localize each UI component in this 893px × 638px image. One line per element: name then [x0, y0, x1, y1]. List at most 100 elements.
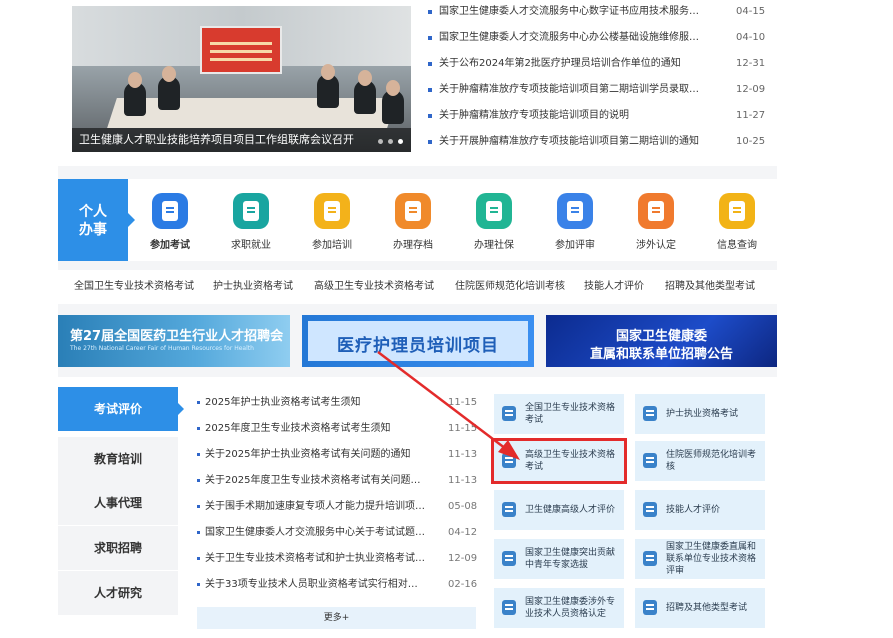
photo-person-head [128, 72, 142, 88]
news-title[interactable]: 关于肿瘤精准放疗专项技能培训项目的说明 [439, 108, 701, 124]
photo-person-head [358, 70, 372, 86]
banner-caregiver-training[interactable]: 医疗护理员培训项目 [302, 315, 534, 367]
photo-caption[interactable]: 卫生健康人才职业技能培养项目项目工作组联席会议召开 [72, 128, 411, 152]
services-title-line2: 办事 [79, 222, 107, 238]
news-title[interactable]: 关于开展肿瘤精准放疗专项技能培训项目第二期培训的通知 [439, 134, 701, 150]
banner-title: 医疗护理员培训项目 [337, 336, 499, 356]
side-nav-job-recruitment[interactable]: 求职招聘 [58, 526, 178, 570]
job-icon [233, 193, 269, 229]
service-info-query[interactable]: 信息查询 [702, 193, 772, 251]
category-link[interactable]: 护士执业资格考试 [213, 270, 293, 304]
news-item[interactable]: 关于公布2024年第2批医疗护理员培训合作单位的通知 12-31 [428, 56, 768, 72]
notice-title[interactable]: 关于33项专业技术人员职业资格考试实行相对固定... [205, 577, 427, 593]
bullet-icon [197, 583, 200, 586]
notice-item[interactable]: 关于围手术期加速康复专项人才能力提升培训项目... 05-08 [197, 499, 535, 515]
service-label: 涉外认定 [636, 240, 676, 251]
banner-career-fair[interactable]: 第27届全国医药卫生行业人才招聘会 The 27th National Care… [58, 315, 290, 367]
news-item[interactable]: 关于肿瘤精准放疗专项技能培训项目的说明 11-27 [428, 108, 768, 124]
card-label: 国家卫生健康委涉外专业技术人员资格认定 [525, 597, 616, 619]
bullet-icon [197, 427, 200, 430]
card-skilled-talent-evaluation[interactable]: 技能人才评价 [635, 490, 765, 530]
notice-title[interactable]: 关于围手术期加速康复专项人才能力提升培训项目... [205, 499, 427, 515]
card-label: 全国卫生专业技术资格考试 [525, 403, 616, 425]
side-nav-education-training[interactable]: 教育培训 [58, 437, 178, 481]
featured-photo-carousel[interactable]: 卫生健康人才职业技能培养项目项目工作组联席会议召开 [72, 6, 411, 152]
bullet-icon [428, 114, 432, 118]
news-title[interactable]: 关于肿瘤精准放疗专项技能培训项目第二期培训学员录取情... [439, 82, 701, 98]
photo-person-head [321, 64, 335, 80]
category-link[interactable]: 高级卫生专业技术资格考试 [314, 270, 434, 304]
banner-title: 国家卫生健康委 [615, 329, 707, 344]
notice-item[interactable]: 关于2025年护士执业资格考试有关问题的通知 11-13 [197, 447, 535, 463]
notice-date: 04-12 [448, 527, 478, 538]
service-label: 参加评审 [555, 240, 595, 251]
service-training[interactable]: 参加培训 [297, 193, 367, 251]
card-nurse-license-exam[interactable]: 护士执业资格考试 [635, 394, 765, 434]
category-link[interactable]: 技能人才评价 [584, 270, 644, 304]
side-nav-exam-evaluation[interactable]: 考试评价 [58, 387, 184, 431]
notice-item[interactable]: 2025年护士执业资格考试考生须知 11-15 [197, 395, 535, 411]
card-label: 国家卫生健康突出贡献中青年专家选拔 [525, 548, 616, 570]
banner-subtitle: The 27th National Career Fair of Human R… [70, 345, 254, 352]
more-button[interactable]: 更多+ [197, 607, 476, 629]
carousel-dot-active[interactable] [398, 139, 403, 144]
notice-title[interactable]: 关于2025年护士执业资格考试有关问题的通知 [205, 447, 427, 463]
news-item[interactable]: 关于肿瘤精准放疗专项技能培训项目第二期培训学员录取情... 12-09 [428, 82, 768, 98]
news-item[interactable]: 国家卫生健康委人才交流服务中心数字证书应用技术服务采... 04-15 [428, 4, 768, 20]
service-label: 办理社保 [474, 240, 514, 251]
card-national-health-tech-exam[interactable]: 全国卫生专业技术资格考试 [494, 394, 624, 434]
card-label: 护士执业资格考试 [666, 409, 739, 419]
news-item[interactable]: 国家卫生健康委人才交流服务中心办公楼基础设施维修服务... 04-10 [428, 30, 768, 46]
banner-recruitment-notice[interactable]: 国家卫生健康委 直属和联系单位招聘公告 [546, 315, 777, 367]
notice-title[interactable]: 关于2025年度卫生专业技术资格考试有关问题的通... [205, 473, 427, 489]
right-margin [777, 0, 893, 638]
notice-title[interactable]: 2025年度卫生专业技术资格考试考生须知 [205, 421, 427, 437]
news-title[interactable]: 国家卫生健康委人才交流服务中心办公楼基础设施维修服务... [439, 30, 701, 46]
bullet-icon [197, 505, 200, 508]
notice-date: 12-09 [448, 553, 478, 564]
side-nav-personnel-agency[interactable]: 人事代理 [58, 481, 178, 525]
notice-date: 11-15 [448, 397, 478, 408]
category-link[interactable]: 全国卫生专业技术资格考试 [74, 270, 194, 304]
carousel-dot[interactable] [388, 139, 393, 144]
notice-date: 05-08 [448, 501, 478, 512]
banner-subtitle: 直属和联系单位招聘公告 [589, 347, 733, 362]
card-young-expert-selection[interactable]: 国家卫生健康突出贡献中青年专家选拔 [494, 539, 624, 579]
notice-item[interactable]: 2025年度卫生专业技术资格考试考生须知 11-15 [197, 421, 535, 437]
card-recruitment-other-exams[interactable]: 招聘及其他类型考试 [635, 588, 765, 628]
side-nav-talent-research[interactable]: 人才研究 [58, 571, 178, 615]
news-title[interactable]: 关于公布2024年第2批医疗护理员培训合作单位的通知 [439, 56, 701, 72]
service-archive[interactable]: 办理存档 [378, 193, 448, 251]
notice-item[interactable]: 关于卫生专业技术资格考试和护士执业资格考试的... 12-09 [197, 551, 535, 567]
notice-item[interactable]: 关于33项专业技术人员职业资格考试实行相对固定... 02-16 [197, 577, 535, 593]
card-affiliated-units-qualification-review[interactable]: 国家卫生健康委直属和联系单位专业技术资格评审 [635, 539, 765, 579]
service-take-exam[interactable]: 参加考试 [135, 193, 205, 251]
notice-title[interactable]: 关于卫生专业技术资格考试和护士执业资格考试的... [205, 551, 427, 567]
badge-icon [643, 502, 657, 517]
person-icon [502, 551, 516, 566]
card-senior-talent-evaluation[interactable]: 卫生健康高级人才评价 [494, 490, 624, 530]
service-review[interactable]: 参加评审 [540, 193, 610, 251]
news-item[interactable]: 关于开展肿瘤精准放疗专项技能培训项目第二期培训的通知 10-25 [428, 134, 768, 150]
card-senior-health-tech-exam[interactable]: 高级卫生专业技术资格考试 [491, 438, 627, 484]
category-link[interactable]: 住院医师规范化培训考核 [455, 270, 565, 304]
carousel-dots[interactable] [378, 139, 403, 144]
service-social-security[interactable]: 办理社保 [459, 193, 529, 251]
carousel-dot[interactable] [378, 139, 383, 144]
notice-date: 11-13 [448, 475, 478, 486]
news-title[interactable]: 国家卫生健康委人才交流服务中心数字证书应用技术服务采... [439, 4, 701, 20]
service-job-seeking[interactable]: 求职就业 [216, 193, 286, 251]
card-label: 住院医师规范化培训考核 [666, 450, 757, 472]
query-icon [719, 193, 755, 229]
notice-item[interactable]: 关于2025年度卫生专业技术资格考试有关问题的通... 11-13 [197, 473, 535, 489]
category-link[interactable]: 招聘及其他类型考试 [665, 270, 755, 304]
card-foreign-tech-qualification[interactable]: 国家卫生健康委涉外专业技术人员资格认定 [494, 588, 624, 628]
news-date: 11-27 [736, 110, 766, 121]
service-foreign-certification[interactable]: 涉外认定 [621, 193, 691, 251]
page: 卫生健康人才职业技能培养项目项目工作组联席会议召开 国家卫生健康委人才交流服务中… [0, 0, 893, 638]
bullet-icon [428, 88, 432, 92]
notice-item[interactable]: 国家卫生健康委人才交流服务中心关于考试试题版... 04-12 [197, 525, 535, 541]
card-resident-training-assessment[interactable]: 住院医师规范化培训考核 [635, 441, 765, 481]
notice-title[interactable]: 国家卫生健康委人才交流服务中心关于考试试题版... [205, 525, 427, 541]
notice-title[interactable]: 2025年护士执业资格考试考生须知 [205, 395, 427, 411]
